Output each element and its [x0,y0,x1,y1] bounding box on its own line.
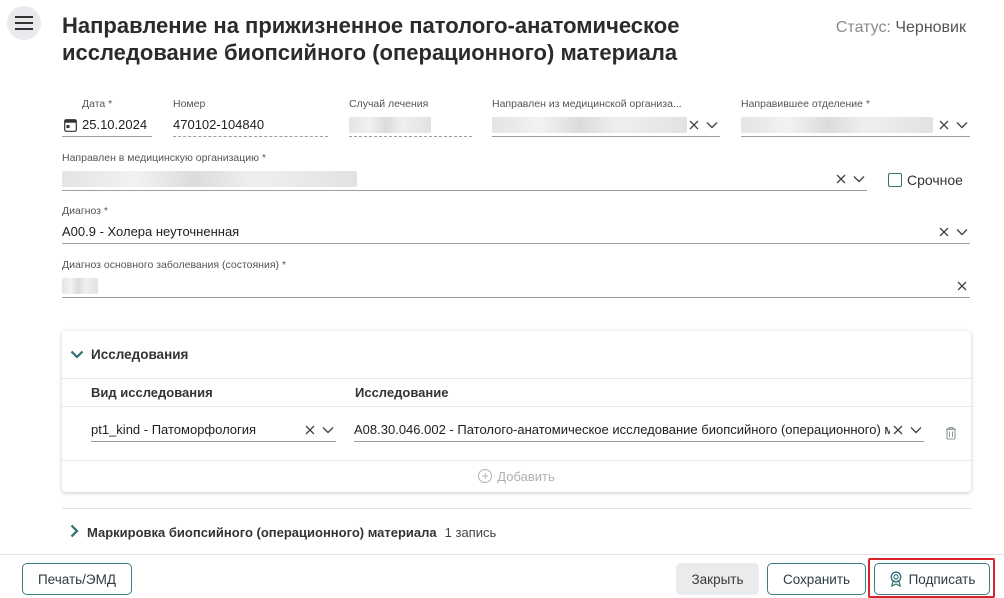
chevron-down-icon[interactable] [320,422,336,438]
kind-select[interactable]: pt1_kind - Патоморфология [91,420,336,442]
print-label: Печать/ЭМД [37,571,117,587]
department-label: Направившее отделение * [741,98,870,110]
study-select[interactable]: A08.30.046.002 - Патолого-анатомическое … [354,420,924,442]
clear-icon[interactable] [954,278,970,294]
chevron-down-icon[interactable] [954,117,970,133]
close-label: Закрыть [691,571,744,587]
department-field: Направившее отделение * [741,98,970,137]
redacted-value [741,117,933,133]
urgent-label: Срочное [907,172,963,188]
clear-icon[interactable] [302,422,318,438]
study-value: A08.30.046.002 - Патолого-анатомическое … [354,422,890,437]
to-org-select[interactable] [62,169,867,191]
status-label: Статус: [835,19,891,36]
main-diagnosis-label: Диагноз основного заболевания (состояния… [62,259,287,271]
page-title: Направление на прижизненное патолого-ана… [62,13,680,65]
clear-icon[interactable] [686,117,702,133]
diagnosis-value: A00.9 - Холера неуточненная [62,224,240,239]
from-org-field: Направлен из медицинской организа... [492,98,720,137]
to-org-field: Направлен в медицинскую организацию * [62,152,867,191]
marking-count: 1 запись [444,525,497,540]
redacted-value [492,117,687,133]
print-emd-button[interactable]: Печать/ЭМД [22,563,132,595]
badge-icon [890,571,902,587]
chevron-down-icon[interactable] [70,350,84,359]
main-diagnosis-field: Диагноз основного заболевания (состояния… [62,259,970,298]
add-label: Добавить [497,468,555,484]
case-label: Случай лечения [349,98,429,110]
diagnosis-field: Диагноз * A00.9 - Холера неуточненная [62,205,970,244]
redacted-value [349,117,431,133]
kind-field: pt1_kind - Патоморфология [91,415,336,442]
add-study-button[interactable]: + Добавить [62,461,971,491]
divider [62,508,971,509]
kind-value: pt1_kind - Патоморфология [91,422,257,437]
status-badge: Статус: Черновик [836,19,966,37]
diagnosis-label: Диагноз * [62,205,108,217]
main-diagnosis-input[interactable] [62,276,970,298]
number-label: Номер [173,98,206,110]
chevron-down-icon[interactable] [704,117,720,133]
checkbox-box[interactable] [888,173,902,187]
save-button[interactable]: Сохранить [767,563,866,595]
hamburger-icon [15,16,33,30]
clear-icon[interactable] [936,117,952,133]
save-label: Сохранить [782,571,851,587]
department-select[interactable] [741,115,970,137]
number-value: 470102-104840 [173,117,265,132]
trash-icon[interactable] [945,426,957,445]
number-input: 470102-104840 [173,115,328,137]
clear-icon[interactable] [890,422,906,438]
date-input[interactable]: 25.10.2024 [62,115,152,137]
status-value: Черновик [895,19,966,36]
from-org-label: Направлен из медицинской организа... [492,98,682,110]
marking-section-toggle[interactable]: Маркировка биопсийного (операционного) м… [70,524,496,541]
chevron-down-icon[interactable] [908,422,924,438]
menu-button[interactable] [7,6,41,40]
clear-icon[interactable] [833,171,849,187]
clear-icon[interactable] [936,224,952,240]
date-label: Дата * [82,98,113,110]
studies-card: Исследования Вид исследования Исследован… [62,331,971,492]
date-field: Дата * 25.10.2024 [62,98,152,137]
redacted-value [62,171,357,187]
studies-header[interactable]: Исследования [62,331,971,379]
chevron-down-icon[interactable] [954,224,970,240]
col-study: Исследование [355,385,449,400]
from-org-select[interactable] [492,115,720,137]
study-field: A08.30.046.002 - Патолого-анатомическое … [354,415,924,442]
redacted-value [62,278,98,294]
calendar-icon[interactable] [64,118,77,132]
sign-label: Подписать [908,571,976,587]
studies-columns: Вид исследования Исследование [62,379,971,407]
chevron-down-icon[interactable] [851,171,867,187]
number-field: Номер 470102-104840 [173,98,328,137]
sign-button[interactable]: Подписать [874,563,990,595]
close-button[interactable]: Закрыть [676,563,759,595]
case-field: Случай лечения [349,98,472,137]
diagnosis-select[interactable]: A00.9 - Холера неуточненная [62,222,970,244]
col-kind: Вид исследования [91,385,213,400]
urgent-checkbox[interactable]: Срочное [888,172,963,188]
table-row: pt1_kind - Патоморфология A08.30.046.002… [62,407,971,461]
to-org-label: Направлен в медицинскую организацию * [62,152,266,164]
chevron-right-icon[interactable] [70,524,79,541]
case-input [349,115,472,137]
marking-title: Маркировка биопсийного (операционного) м… [87,525,437,540]
studies-title: Исследования [91,347,189,362]
plus-circle-icon: + [478,469,493,483]
